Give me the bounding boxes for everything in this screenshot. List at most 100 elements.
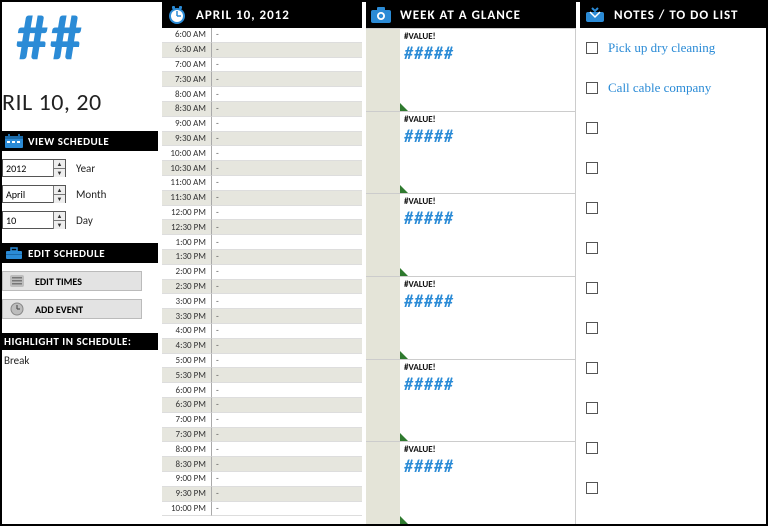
time-row[interactable]: 4:00 PM-: [162, 324, 362, 339]
week-day[interactable]: #VALUE!#####: [366, 359, 576, 442]
time-cell[interactable]: -: [212, 398, 362, 413]
week-day-main[interactable]: #VALUE!#####: [400, 29, 576, 111]
note-checkbox[interactable]: [586, 122, 598, 134]
note-text[interactable]: Call cable company: [608, 80, 711, 96]
time-cell[interactable]: -: [212, 28, 362, 43]
spinner-handle-icon[interactable]: ▲▼: [53, 186, 65, 202]
week-day[interactable]: #VALUE!#####: [366, 441, 576, 524]
time-row[interactable]: 9:30 PM-: [162, 487, 362, 502]
add-event-button[interactable]: ADD EVENT: [2, 299, 142, 319]
time-row[interactable]: 8:30 AM-: [162, 102, 362, 117]
time-row[interactable]: 9:00 AM-: [162, 117, 362, 132]
year-spinner[interactable]: 2012 ▲▼: [2, 159, 66, 177]
time-row[interactable]: 10:30 AM-: [162, 161, 362, 176]
note-row[interactable]: [580, 188, 766, 228]
time-row[interactable]: 8:00 AM-: [162, 87, 362, 102]
week-day[interactable]: #VALUE!#####: [366, 276, 576, 359]
time-cell[interactable]: -: [212, 339, 362, 354]
note-checkbox[interactable]: [586, 282, 598, 294]
time-row[interactable]: 6:00 PM-: [162, 383, 362, 398]
time-cell[interactable]: -: [212, 102, 362, 117]
time-row[interactable]: 6:30 AM-: [162, 43, 362, 58]
time-row[interactable]: 9:30 AM-: [162, 132, 362, 147]
note-row[interactable]: [580, 228, 766, 268]
time-cell[interactable]: -: [212, 294, 362, 309]
time-cell[interactable]: -: [212, 502, 362, 517]
time-cell[interactable]: -: [212, 309, 362, 324]
time-cell[interactable]: -: [212, 220, 362, 235]
note-checkbox[interactable]: [586, 362, 598, 374]
time-cell[interactable]: -: [212, 87, 362, 102]
time-cell[interactable]: -: [212, 487, 362, 502]
note-checkbox[interactable]: [586, 202, 598, 214]
time-cell[interactable]: -: [212, 383, 362, 398]
edit-times-button[interactable]: EDIT TIMES: [2, 271, 142, 291]
note-row[interactable]: Call cable company: [580, 68, 766, 108]
time-cell[interactable]: -: [212, 117, 362, 132]
time-row[interactable]: 7:30 PM-: [162, 428, 362, 443]
note-row[interactable]: [580, 148, 766, 188]
note-checkbox[interactable]: [586, 442, 598, 454]
note-row[interactable]: [580, 268, 766, 308]
time-row[interactable]: 9:00 PM-: [162, 472, 362, 487]
note-row[interactable]: [580, 308, 766, 348]
time-row[interactable]: 2:30 PM-: [162, 280, 362, 295]
time-row[interactable]: 6:30 PM-: [162, 398, 362, 413]
note-row[interactable]: [580, 428, 766, 468]
time-cell[interactable]: -: [212, 265, 362, 280]
time-cell[interactable]: -: [212, 428, 362, 443]
time-cell[interactable]: -: [212, 457, 362, 472]
spinner-handle-icon[interactable]: ▲▼: [53, 160, 65, 176]
time-row[interactable]: 6:00 AM-: [162, 28, 362, 43]
time-cell[interactable]: -: [212, 472, 362, 487]
time-cell[interactable]: -: [212, 43, 362, 58]
week-day[interactable]: #VALUE!#####: [366, 111, 576, 194]
note-row[interactable]: [580, 468, 766, 508]
week-day-main[interactable]: #VALUE!#####: [400, 194, 576, 276]
note-checkbox[interactable]: [586, 482, 598, 494]
note-row[interactable]: Pick up dry cleaning: [580, 28, 766, 68]
note-checkbox[interactable]: [586, 322, 598, 334]
time-row[interactable]: 7:00 AM-: [162, 58, 362, 73]
time-row[interactable]: 10:00 AM-: [162, 146, 362, 161]
day-spinner[interactable]: 10 ▲▼: [2, 211, 66, 229]
time-cell[interactable]: -: [212, 250, 362, 265]
time-row[interactable]: 7:00 PM-: [162, 413, 362, 428]
time-row[interactable]: 5:00 PM-: [162, 354, 362, 369]
spinner-handle-icon[interactable]: ▲▼: [53, 212, 65, 228]
time-cell[interactable]: -: [212, 324, 362, 339]
note-checkbox[interactable]: [586, 82, 598, 94]
time-cell[interactable]: -: [212, 280, 362, 295]
time-row[interactable]: 1:00 PM-: [162, 235, 362, 250]
time-cell[interactable]: -: [212, 161, 362, 176]
month-spinner[interactable]: April ▲▼: [2, 185, 66, 203]
time-cell[interactable]: -: [212, 206, 362, 221]
time-row[interactable]: 12:30 PM-: [162, 220, 362, 235]
time-cell[interactable]: -: [212, 58, 362, 73]
week-day-main[interactable]: #VALUE!#####: [400, 277, 576, 359]
time-row[interactable]: 11:00 AM-: [162, 176, 362, 191]
note-text[interactable]: Pick up dry cleaning: [608, 40, 715, 56]
week-day-main[interactable]: #VALUE!#####: [400, 360, 576, 442]
note-checkbox[interactable]: [586, 242, 598, 254]
time-row[interactable]: 3:30 PM-: [162, 309, 362, 324]
note-checkbox[interactable]: [586, 42, 598, 54]
time-cell[interactable]: -: [212, 146, 362, 161]
time-cell[interactable]: -: [212, 442, 362, 457]
note-checkbox[interactable]: [586, 402, 598, 414]
week-day-main[interactable]: #VALUE!#####: [400, 112, 576, 194]
time-row[interactable]: 10:00 PM-: [162, 502, 362, 517]
time-row[interactable]: 11:30 AM-: [162, 191, 362, 206]
time-row[interactable]: 1:30 PM-: [162, 250, 362, 265]
note-row[interactable]: [580, 348, 766, 388]
time-row[interactable]: 2:00 PM-: [162, 265, 362, 280]
time-cell[interactable]: -: [212, 72, 362, 87]
time-row[interactable]: 4:30 PM-: [162, 339, 362, 354]
note-checkbox[interactable]: [586, 162, 598, 174]
time-cell[interactable]: -: [212, 354, 362, 369]
time-row[interactable]: 5:30 PM-: [162, 368, 362, 383]
time-cell[interactable]: -: [212, 235, 362, 250]
time-row[interactable]: 3:00 PM-: [162, 294, 362, 309]
note-row[interactable]: [580, 388, 766, 428]
time-row[interactable]: 8:00 PM-: [162, 442, 362, 457]
